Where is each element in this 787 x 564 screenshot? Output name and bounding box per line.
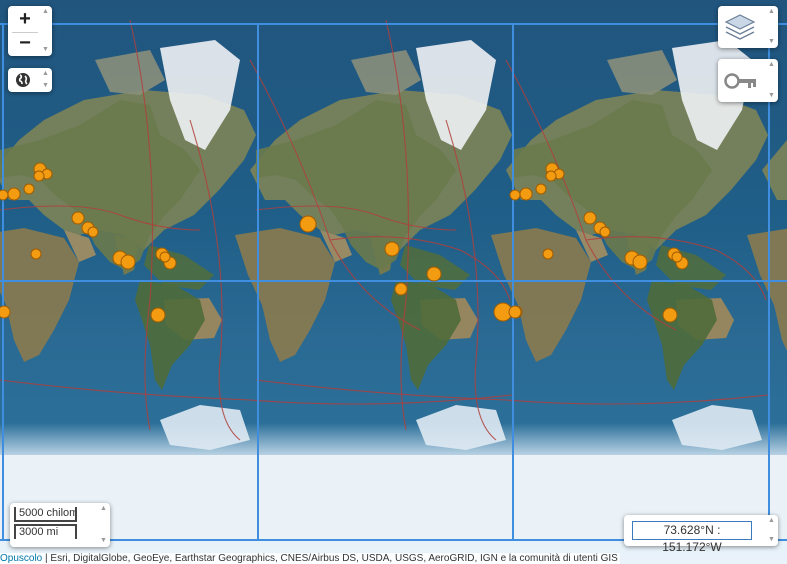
earthquake-marker (0, 189, 9, 201)
earthquake-marker (150, 307, 166, 323)
layers-icon (724, 14, 756, 40)
earthquake-marker (299, 215, 317, 233)
earthquake-marker (599, 226, 611, 238)
zoom-out-button[interactable]: − (12, 32, 38, 54)
earthquake-marker (384, 241, 400, 257)
earthquake-marker (545, 170, 557, 182)
earthquake-marker (7, 187, 21, 201)
africa-0 (0, 228, 79, 362)
attribution-link[interactable]: Opuscolo (0, 553, 42, 564)
key-icon (724, 73, 756, 89)
zoom-control: + − ▲ ▼ (8, 6, 52, 56)
canadian-arctic-3 (607, 50, 677, 95)
earthquake-marker (542, 248, 554, 260)
ice-shelf-2 (416, 405, 506, 450)
scale-control-scroll[interactable]: ▲ ▼ (99, 505, 108, 545)
attribution-bar: Opuscolo | Esri, DigitalGlobe, GeoEye, E… (0, 553, 620, 564)
map-canvas[interactable] (0, 0, 787, 564)
earthquake-marker (671, 251, 683, 263)
earthquake-marker (583, 211, 597, 225)
globe-control[interactable]: ▲ ▼ (8, 68, 52, 92)
earthquake-marker (426, 266, 442, 282)
earthquake-marker (23, 183, 35, 195)
coordinates-control-scroll[interactable]: ▲ ▼ (767, 517, 776, 544)
attribution-text: Esri, DigitalGlobe, GeoEye, Earthstar Ge… (50, 553, 618, 564)
ice-shelf-3 (672, 405, 762, 450)
earthquake-marker (0, 305, 11, 319)
mouse-coordinates: 73.628°N : 151.172°W (632, 521, 752, 554)
earthquake-marker (535, 183, 547, 195)
africa-3 (747, 228, 787, 351)
legend-control-scroll[interactable]: ▲ ▼ (767, 61, 776, 100)
globe-icon (16, 73, 30, 87)
layers-control[interactable]: ▲ ▼ (718, 6, 778, 48)
eurasia-3 (762, 140, 787, 200)
canadian-arctic-1 (95, 50, 165, 95)
zoom-in-button[interactable]: + (12, 8, 38, 30)
africa-1 (235, 228, 335, 362)
earthquake-marker (394, 282, 408, 296)
earthquake-marker (508, 305, 522, 319)
ice-shelf-1 (160, 405, 250, 450)
earthquake-marker (662, 307, 678, 323)
earthquake-marker (120, 254, 136, 270)
earthquake-marker (71, 211, 85, 225)
plate-boundary-0-5 (0, 379, 513, 405)
scale-imperial: 3000 mi (14, 524, 77, 539)
zoom-control-scroll[interactable]: ▲ ▼ (41, 8, 50, 54)
scale-metric: 5000 chilometri (14, 507, 77, 522)
scale-control: 5000 chilometri 3000 mi ▲▼ (10, 503, 110, 547)
earthquake-marker (509, 189, 521, 201)
map-layer (0, 19, 787, 541)
canadian-arctic-2 (351, 50, 421, 95)
earthquake-marker (33, 170, 45, 182)
legend-control[interactable]: ▲ ▼ (718, 59, 778, 102)
south-america-3 (647, 280, 717, 390)
earthquake-marker (519, 187, 533, 201)
earthquake-marker (87, 226, 99, 238)
layers-control-scroll[interactable]: ▲ ▼ (767, 8, 776, 46)
land-masses (0, 40, 787, 540)
africa-2 (491, 228, 591, 362)
globe-control-scroll[interactable]: ▲ ▼ (41, 70, 50, 90)
earthquake-marker (30, 248, 42, 260)
earthquake-marker (159, 251, 171, 263)
earthquake-marker (632, 254, 648, 270)
